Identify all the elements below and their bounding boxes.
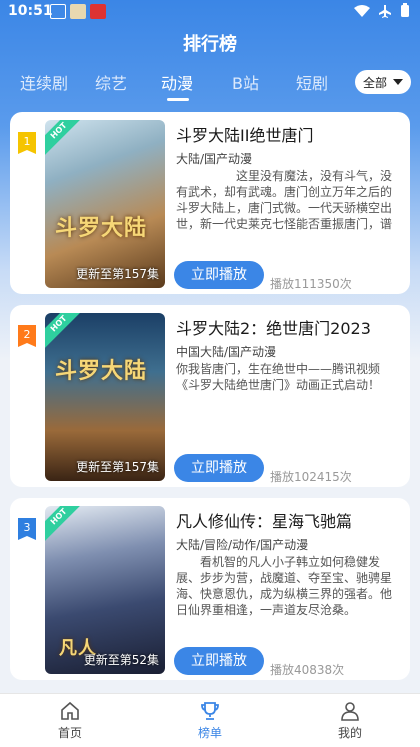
status-time: 10:51 bbox=[8, 3, 53, 19]
app-notification-icon bbox=[70, 4, 86, 19]
battery-icon bbox=[401, 3, 409, 17]
poster-title-art: 斗罗大陆 bbox=[55, 358, 148, 384]
ranking-card[interactable]: 3 HOT 凡人 更新至第52集 凡人修仙传：星海飞驰篇 大陆/冒险/动作/国产… bbox=[10, 498, 410, 680]
play-button[interactable]: 立即播放 bbox=[174, 647, 264, 675]
poster-image[interactable]: HOT 斗罗大陆 更新至第157集 bbox=[45, 120, 165, 288]
user-icon bbox=[341, 702, 359, 721]
ranking-card[interactable]: 1 HOT 斗罗大陆 更新至第157集 斗罗大陆II绝世唐门 大陆/国产动漫 这… bbox=[10, 112, 410, 294]
tab-short-drama[interactable]: 短剧 bbox=[296, 70, 328, 94]
page-title: 排行榜 bbox=[183, 34, 237, 55]
item-description: 这里没有魔法，没有斗气，没有武术，却有武魂。唐门创立万年之后的斗罗大陆上，唐门式… bbox=[176, 169, 393, 231]
rank-badge: 3 bbox=[18, 518, 36, 540]
app-notification-icon-red bbox=[90, 4, 106, 19]
filter-label: 全部 bbox=[363, 75, 388, 90]
rank-badge: 2 bbox=[18, 325, 36, 347]
status-bar: 10:51 bbox=[0, 0, 420, 24]
poster-image[interactable]: HOT 凡人 更新至第52集 bbox=[45, 506, 165, 674]
poster-title-art: 斗罗大陆 bbox=[55, 215, 148, 241]
ranking-card[interactable]: 2 HOT 斗罗大陆 更新至第157集 斗罗大陆2：绝世唐门2023 中国大陆/… bbox=[10, 305, 410, 487]
trophy-icon bbox=[201, 702, 219, 720]
episode-status: 更新至第157集 bbox=[76, 267, 159, 281]
item-description: 看机智的凡人小子韩立如何稳健发展、步步为营，战魔道、夺至宝、驰骋星海、快意恩仇，… bbox=[176, 555, 393, 617]
episode-status: 更新至第157集 bbox=[76, 460, 159, 474]
play-count: 播放111350次 bbox=[270, 277, 352, 291]
home-icon bbox=[61, 701, 79, 720]
episode-status: 更新至第52集 bbox=[83, 653, 159, 667]
play-button[interactable]: 立即播放 bbox=[174, 261, 264, 289]
box-notification-icon bbox=[50, 4, 66, 19]
play-button[interactable]: 立即播放 bbox=[174, 454, 264, 482]
item-title[interactable]: 凡人修仙传：星海飞驰篇 bbox=[176, 508, 352, 532]
airplane-mode-icon bbox=[379, 4, 391, 18]
chevron-down-icon bbox=[393, 79, 404, 85]
item-genre: 大陆/国产动漫 bbox=[176, 152, 253, 166]
rank-badge: 1 bbox=[18, 132, 36, 154]
nav-profile-label: 我的 bbox=[337, 726, 362, 740]
nav-rankings-label: 榜单 bbox=[197, 726, 222, 740]
item-title[interactable]: 斗罗大陆II绝世唐门 bbox=[176, 122, 313, 146]
active-tab-indicator bbox=[167, 98, 189, 101]
tab-tv-series[interactable]: 连续剧 bbox=[20, 70, 68, 94]
nav-home[interactable]: 首页 bbox=[40, 700, 100, 741]
tab-variety[interactable]: 综艺 bbox=[95, 70, 127, 94]
item-genre: 大陆/冒险/动作/国产动漫 bbox=[176, 538, 309, 552]
hot-badge: HOT bbox=[45, 313, 84, 349]
hot-badge: HOT bbox=[45, 120, 84, 156]
bottom-navigation: 首页 榜单 我的 bbox=[0, 693, 420, 747]
nav-home-label: 首页 bbox=[57, 726, 82, 740]
item-title[interactable]: 斗罗大陆2：绝世唐门2023 bbox=[176, 315, 371, 339]
play-count: 播放102415次 bbox=[270, 470, 352, 484]
hot-badge: HOT bbox=[45, 506, 84, 542]
poster-image[interactable]: HOT 斗罗大陆 更新至第157集 bbox=[45, 313, 165, 481]
nav-profile[interactable]: 我的 bbox=[320, 700, 380, 741]
nav-rankings[interactable]: 榜单 bbox=[180, 700, 240, 741]
wifi-icon bbox=[354, 4, 370, 17]
item-description: 你我皆唐门，生在绝世中——腾讯视频《斗罗大陆绝世唐门》动画正式启动！ bbox=[176, 362, 381, 392]
play-count: 播放40838次 bbox=[270, 663, 345, 677]
item-genre: 中国大陆/国产动漫 bbox=[176, 345, 277, 359]
tab-anime[interactable]: 动漫 bbox=[161, 70, 193, 94]
tab-bilibili[interactable]: B站 bbox=[232, 70, 259, 94]
filter-dropdown[interactable]: 全部 bbox=[355, 70, 411, 94]
